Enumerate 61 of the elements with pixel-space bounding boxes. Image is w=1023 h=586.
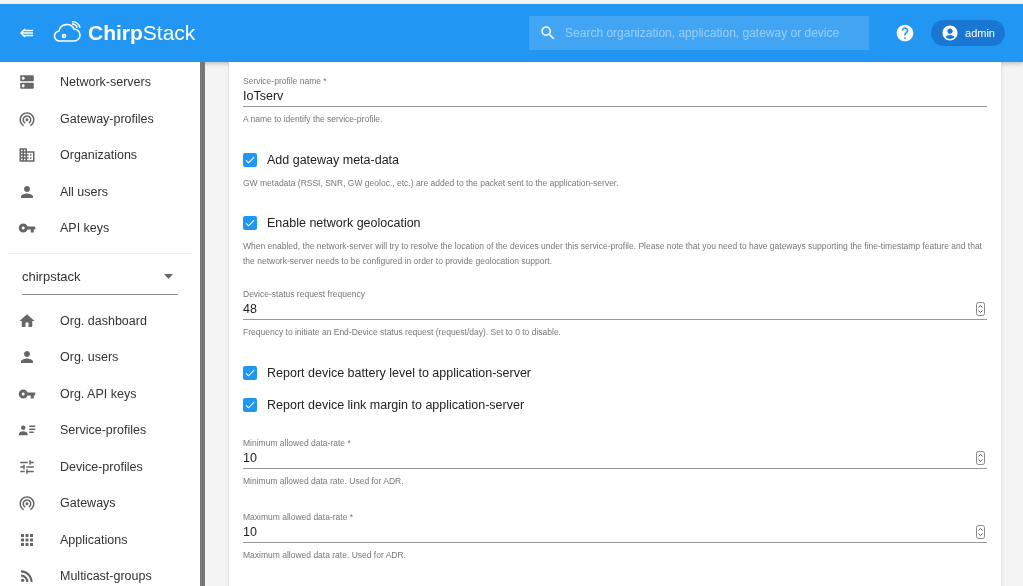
- antenna-icon: [18, 109, 36, 128]
- cloud-logo-icon: [52, 21, 82, 45]
- helper-text: When enabled, the network-server will try to resolve the location of the devices under this service-profile. Please note that you need to have gateways supporting the fine-timestamp feature and that the network-server needs to be configured in order to provide geolocation support.: [243, 239, 983, 268]
- spinner-icon[interactable]: [976, 524, 985, 539]
- spinner-icon[interactable]: [976, 302, 985, 317]
- field-label: Maximum allowed data-rate *: [243, 511, 355, 522]
- back-arrow-icon[interactable]: [20, 28, 34, 38]
- checkbox-label: Report device link margin to application-server: [267, 398, 525, 413]
- helper-text: Frequency to initiate an End-Device status request (request/day). Set to 0 to disable.: [243, 326, 562, 340]
- checkbox[interactable]: [243, 398, 257, 413]
- sidebar-item-label: API keys: [60, 221, 110, 236]
- sidebar-item-label: Gateway-profiles: [60, 111, 154, 126]
- help-icon[interactable]: [895, 23, 916, 43]
- checkbox[interactable]: [243, 153, 257, 168]
- checkbox[interactable]: [243, 215, 257, 230]
- sidebar-item[interactable]: Applications: [0, 521, 200, 558]
- sidebar-item-label: Multicast-groups: [60, 569, 152, 584]
- sidebar-item-label: Organizations: [60, 148, 138, 163]
- sidebar-item[interactable]: Network-servers: [0, 64, 200, 101]
- checkbox-label: Enable network geolocation: [267, 215, 421, 230]
- antenna-icon: [18, 494, 36, 513]
- sidebar-item-label: Org. users: [60, 350, 119, 365]
- helper-text: Minimum allowed data rate. Used for ADR.: [243, 475, 405, 489]
- spinner-icon[interactable]: [976, 451, 985, 466]
- account-icon: [941, 24, 960, 42]
- sidebar-item[interactable]: Organizations: [0, 137, 200, 174]
- checkbox-label: Report device battery level to application-server: [267, 366, 532, 381]
- server-stack-icon: [18, 73, 36, 92]
- sidebar-item-label: Org. API keys: [60, 386, 137, 401]
- checkbox[interactable]: [243, 366, 257, 381]
- helper-text: Maximum allowed data rate. Used for ADR.: [243, 548, 407, 562]
- sidebar-item[interactable]: Device-profiles: [0, 448, 200, 485]
- sidebar-item[interactable]: Org. dashboard: [0, 302, 200, 339]
- checkbox-label: Add gateway meta-data: [267, 153, 400, 168]
- sidebar-item-label: Service-profiles: [60, 423, 147, 438]
- sidebar-item-label: Network-servers: [60, 75, 151, 90]
- sidebar-item[interactable]: Org. API keys: [0, 375, 200, 412]
- sidebar-item[interactable]: API keys: [0, 210, 200, 247]
- user-menu-button[interactable]: admin: [931, 20, 1005, 46]
- organization-select[interactable]: chirpstack: [22, 261, 178, 295]
- sidebar-item-label: All users: [60, 184, 108, 199]
- app-logo-text: ChirpStack: [88, 21, 196, 45]
- input-field[interactable]: IoTserv: [243, 86, 987, 107]
- sidebar-item[interactable]: Multicast-groups: [0, 558, 200, 586]
- building-icon: [18, 146, 36, 165]
- sliders-icon: [18, 457, 36, 476]
- field-label: Minimum allowed data-rate *: [243, 438, 352, 449]
- helper-text: A name to identify the service-profile.: [243, 113, 384, 126]
- sidebar-item[interactable]: Gateways: [0, 485, 200, 522]
- sidebar-item[interactable]: All users: [0, 173, 200, 210]
- sidebar-item-label: Applications: [60, 532, 128, 547]
- field-label: Service-profile name *: [243, 76, 328, 86]
- sidebar-item-label: Org. dashboard: [60, 313, 147, 328]
- field-label: Device-status request frequency: [243, 289, 366, 300]
- sidebar-item[interactable]: Service-profiles: [0, 412, 200, 449]
- sidebar-item-label: Gateways: [60, 496, 116, 511]
- sidebar-item[interactable]: Org. users: [0, 339, 200, 376]
- dropdown-caret-icon: [164, 274, 173, 279]
- sidebar-item[interactable]: Gateway-profiles: [0, 100, 200, 137]
- sidebar-item-label: Device-profiles: [60, 459, 143, 474]
- helper-text: GW metadata (RSSI, SNR, GW geoloc., etc.) are added to the packet sent to the application-server.: [243, 177, 620, 191]
